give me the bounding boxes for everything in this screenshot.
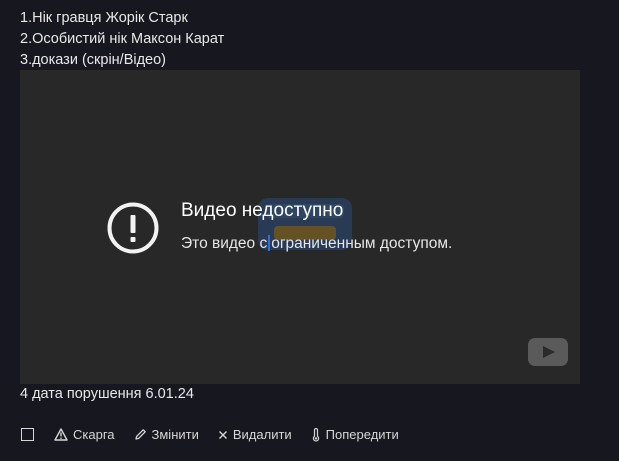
close-icon [218,430,227,439]
report-label: Скарга [73,427,115,442]
delete-button[interactable]: Видалити [218,427,292,442]
video-error-subtitle: Это видео с ограниченным доступом. [181,235,453,252]
youtube-play-icon[interactable] [528,338,568,366]
post-line-evidence: 3.докази (скрін/Відео) [20,52,167,68]
text-cursor [268,235,271,251]
warning-triangle-icon [54,428,68,441]
warn-button[interactable]: Попередити [311,427,399,442]
pencil-icon [134,429,146,440]
delete-label: Видалити [232,427,292,442]
post-content: 1.Нік гравця Жорік Старк 2.Особистий нік… [20,8,224,71]
post-actions-bar: Скарга Змінити Видалити Попередити [21,427,418,442]
edit-label: Змінити [151,427,199,442]
edit-button[interactable]: Змінити [134,427,199,442]
thermometer-icon [312,427,319,442]
post-line-date: 4 дата порушення 6.01.24 [20,386,194,402]
post-line-personal-nick: 2.Особистий нік Максон Карат [20,31,225,47]
error-circle-icon [107,202,159,254]
report-button[interactable]: Скарга [54,427,115,442]
video-error-title: Видео недоступно [181,200,344,221]
embedded-video-player[interactable]: Видео недоступно Это видео с ограниченным… [20,70,580,384]
warn-label: Попередити [325,427,399,442]
post-line-player-nick: 1.Нік гравця Жорік Старк [20,10,188,26]
select-checkbox[interactable] [21,428,34,441]
